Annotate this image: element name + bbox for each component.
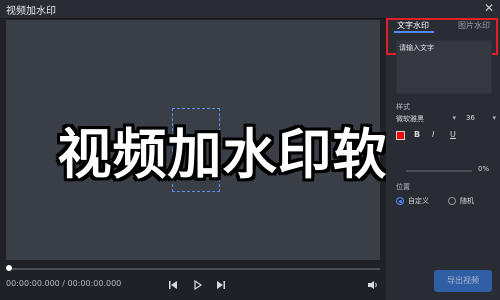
play-icon[interactable] [190, 278, 204, 292]
watermark-text-input[interactable]: 请输入文字 [396, 40, 492, 94]
opacity-value: 0% [478, 165, 490, 173]
text-style-row: B I U [396, 130, 492, 142]
underline-toggle[interactable]: U [450, 130, 456, 139]
font-family-select[interactable]: 微软雅黑 ▾ [396, 114, 456, 126]
font-size-value: 36 [466, 114, 475, 122]
text-color-swatch[interactable] [396, 131, 405, 140]
opacity-row: 0% [396, 164, 492, 176]
opacity-slider[interactable] [406, 170, 472, 172]
bold-toggle[interactable]: B [414, 130, 420, 139]
radio-custom-label: 自定义 [408, 197, 429, 205]
next-icon[interactable] [214, 278, 228, 292]
font-size-select[interactable]: 36 ▾ [466, 114, 496, 126]
position-options: 自定义 随机 [396, 196, 492, 208]
watermark-text-placeholder: 请输入文字 [399, 44, 434, 52]
volume-icon[interactable] [366, 278, 380, 292]
font-family-value: 微软雅黑 [396, 115, 424, 123]
timeline-track[interactable] [6, 268, 380, 270]
italic-toggle[interactable]: I [432, 130, 434, 139]
title-bar: 视频加水印 ✕ [0, 0, 500, 19]
prev-icon[interactable] [166, 278, 180, 292]
time-readout: 00:00:00.000 / 00:00:00.000 [6, 279, 122, 288]
player-controls: 00:00:00.000 / 00:00:00.000 [6, 276, 380, 294]
chevron-down-icon: ▾ [492, 114, 496, 122]
radio-custom[interactable] [396, 197, 404, 205]
window-title: 视频加水印 [6, 6, 56, 17]
close-icon[interactable]: ✕ [484, 1, 494, 15]
video-preview[interactable] [6, 20, 380, 260]
position-label: 位置 [396, 183, 410, 191]
watermark-placement-box[interactable] [172, 108, 220, 192]
style-label: 样式 [396, 103, 410, 111]
radio-random[interactable] [448, 197, 456, 205]
export-video-button[interactable]: 导出视频 [434, 270, 492, 292]
timeline[interactable] [6, 262, 380, 272]
chevron-down-icon: ▾ [452, 114, 456, 122]
watermark-panel: 文字水印 图片水印 请输入文字 样式 微软雅黑 ▾ 36 ▾ B I U 0% … [386, 18, 500, 300]
radio-random-label: 随机 [460, 197, 474, 205]
timeline-knob[interactable] [6, 265, 12, 271]
